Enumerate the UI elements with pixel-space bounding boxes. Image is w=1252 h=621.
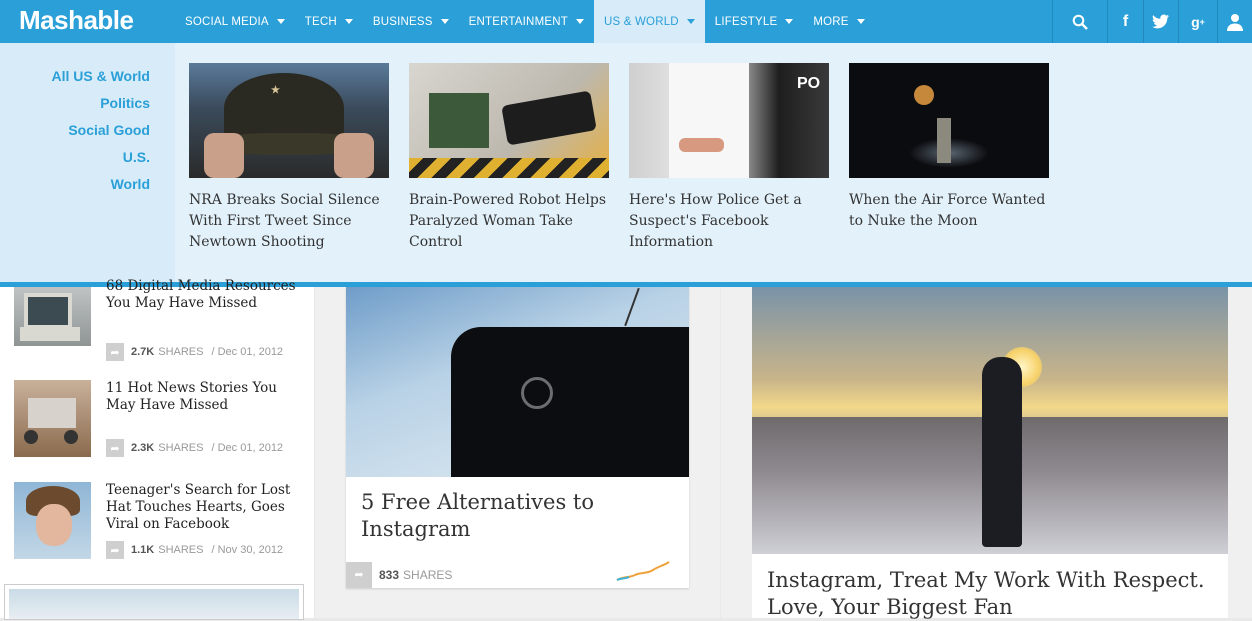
police-lettering: PO xyxy=(797,75,821,92)
ad-box[interactable] xyxy=(4,584,304,620)
list-item[interactable]: 68 Digital Media Resources You May Have … xyxy=(14,278,304,361)
story-image-phone[interactable] xyxy=(346,287,689,477)
publish-date: / Dec 01, 2012 xyxy=(211,346,284,358)
dropdown-story[interactable]: Brain-Powered Robot Helps Paralyzed Woma… xyxy=(409,63,609,253)
nav-label: ENTERTAINMENT xyxy=(468,15,568,28)
story-image-sunset-hiker[interactable] xyxy=(752,287,1228,554)
mashable-logo[interactable]: Mashable xyxy=(19,5,134,36)
list-item-title[interactable]: 11 Hot News Stories You May Have Missed xyxy=(106,380,296,414)
shares-label: SHARES xyxy=(158,442,204,454)
nav-label: SOCIAL MEDIA xyxy=(185,15,269,28)
chevron-down-icon xyxy=(276,19,285,24)
trend-sparkline-icon xyxy=(616,561,670,581)
chevron-down-icon xyxy=(785,19,794,24)
story-thumbnail-robot-arm[interactable] xyxy=(409,63,609,178)
publish-date: / Dec 01, 2012 xyxy=(211,442,284,454)
user-icon[interactable] xyxy=(1217,0,1252,43)
dropdown-link-all[interactable]: All US & World xyxy=(51,63,150,90)
right-column: Instagram, Treat My Work With Respect. L… xyxy=(721,287,1252,621)
main-nav: SOCIAL MEDIA TECH BUSINESS ENTERTAINMENT… xyxy=(175,0,875,43)
chevron-down-icon xyxy=(856,19,865,24)
chevron-down-icon xyxy=(686,19,695,24)
thumbnail-girl-hat[interactable] xyxy=(14,482,91,559)
share-count: 2.7K xyxy=(131,346,155,358)
featured-story-card[interactable]: Instagram, Treat My Work With Respect. L… xyxy=(752,287,1228,621)
list-item-title[interactable]: 68 Digital Media Resources You May Have … xyxy=(106,278,296,312)
list-item-meta: ➦ 1.1K SHARES / Nov 30, 2012 xyxy=(106,541,283,559)
dropdown-link-social-good[interactable]: Social Good xyxy=(51,117,150,144)
nav-lifestyle[interactable]: LIFESTYLE xyxy=(705,0,804,43)
share-count: 833 xyxy=(379,567,400,582)
nav-label: BUSINESS xyxy=(372,15,433,28)
dropdown-links: All US & World Politics Social Good U.S.… xyxy=(51,63,150,198)
facebook-icon[interactable]: f xyxy=(1107,0,1143,43)
dropdown-story[interactable]: ★ NRA Breaks Social Silence With First T… xyxy=(189,63,389,253)
nav-tech[interactable]: TECH xyxy=(295,0,363,43)
publish-date: / Nov 30, 2012 xyxy=(211,544,284,556)
search-icon[interactable] xyxy=(1052,0,1107,43)
list-item-meta: ➦ 2.3K SHARES / Dec 01, 2012 xyxy=(106,439,283,457)
share-count: 2.3K xyxy=(131,442,155,454)
shares-label: SHARES xyxy=(403,567,453,582)
story-thumbnail-handcuffs[interactable]: PO xyxy=(629,63,829,178)
share-icon[interactable]: ➦ xyxy=(346,561,372,588)
google-plus-icon[interactable]: g + xyxy=(1178,0,1217,43)
us-world-dropdown: All US & World Politics Social Good U.S.… xyxy=(0,43,1252,282)
ad-image[interactable] xyxy=(9,589,299,619)
story-title[interactable]: Brain-Powered Robot Helps Paralyzed Woma… xyxy=(409,190,609,253)
list-item-title[interactable]: Teenager's Search for Lost Hat Touches H… xyxy=(106,482,296,533)
story-meta: ➦ 833 SHARES xyxy=(346,561,689,588)
thumbnail-computer[interactable] xyxy=(14,287,91,346)
dropdown-story[interactable]: When the Air Force Wanted to Nuke the Mo… xyxy=(849,63,1049,232)
share-icon[interactable]: ➦ xyxy=(106,439,124,457)
dropdown-sidebar: All US & World Politics Social Good U.S.… xyxy=(0,43,175,282)
nav-label: LIFESTYLE xyxy=(714,15,778,28)
nav-more[interactable]: MORE xyxy=(803,0,874,43)
list-item-meta: ➦ 2.7K SHARES / Dec 01, 2012 xyxy=(106,343,283,361)
dropdown-link-world[interactable]: World xyxy=(51,171,150,198)
chevron-down-icon xyxy=(344,19,353,24)
story-title[interactable]: When the Air Force Wanted to Nuke the Mo… xyxy=(849,190,1049,232)
dropdown-stories: ★ NRA Breaks Social Silence With First T… xyxy=(175,43,1252,282)
nav-social-media[interactable]: SOCIAL MEDIA xyxy=(175,0,295,43)
nav-label: MORE xyxy=(813,15,849,28)
header-icons: f g + xyxy=(1052,0,1252,43)
story-card[interactable]: 5 Free Alternatives to Instagram ➦ 833 S… xyxy=(346,287,689,588)
list-item[interactable]: Teenager's Search for Lost Hat Touches H… xyxy=(14,482,304,562)
dropdown-link-us[interactable]: U.S. xyxy=(51,144,150,171)
chevron-down-icon xyxy=(440,19,449,24)
share-icon[interactable]: ➦ xyxy=(106,541,124,559)
chevron-down-icon xyxy=(575,19,584,24)
list-item[interactable]: 11 Hot News Stories You May Have Missed … xyxy=(14,380,304,460)
nav-business[interactable]: BUSINESS xyxy=(363,0,459,43)
nav-label: TECH xyxy=(304,15,337,28)
story-title[interactable]: NRA Breaks Social Silence With First Twe… xyxy=(189,190,389,253)
top-navigation-bar: Mashable SOCIAL MEDIA TECH BUSINESS ENTE… xyxy=(0,0,1252,43)
share-count: 1.1K xyxy=(131,544,155,556)
shares-label: SHARES xyxy=(158,544,204,556)
thumbnail-mars-rover[interactable] xyxy=(14,380,91,457)
cap-emblem: ★ xyxy=(271,85,280,96)
story-title[interactable]: Instagram, Treat My Work With Respect. L… xyxy=(767,567,1222,621)
middle-column: 5 Free Alternatives to Instagram ➦ 833 S… xyxy=(315,287,720,618)
story-title[interactable]: Here's How Police Get a Suspect's Facebo… xyxy=(629,190,829,253)
left-column: 68 Digital Media Resources You May Have … xyxy=(0,278,314,618)
dropdown-story[interactable]: PO Here's How Police Get a Suspect's Fac… xyxy=(629,63,829,253)
nav-label: US & WORLD xyxy=(603,15,679,28)
share-icon[interactable]: ➦ xyxy=(106,343,124,361)
twitter-icon[interactable] xyxy=(1143,0,1178,43)
story-title[interactable]: 5 Free Alternatives to Instagram xyxy=(361,489,681,543)
dropdown-link-politics[interactable]: Politics xyxy=(51,90,150,117)
nav-entertainment[interactable]: ENTERTAINMENT xyxy=(459,0,594,43)
story-thumbnail-moon-launch[interactable] xyxy=(849,63,1049,178)
shares-label: SHARES xyxy=(158,346,204,358)
story-thumbnail-nra-cap[interactable]: ★ xyxy=(189,63,389,178)
nav-us-world[interactable]: US & WORLD xyxy=(593,0,705,43)
